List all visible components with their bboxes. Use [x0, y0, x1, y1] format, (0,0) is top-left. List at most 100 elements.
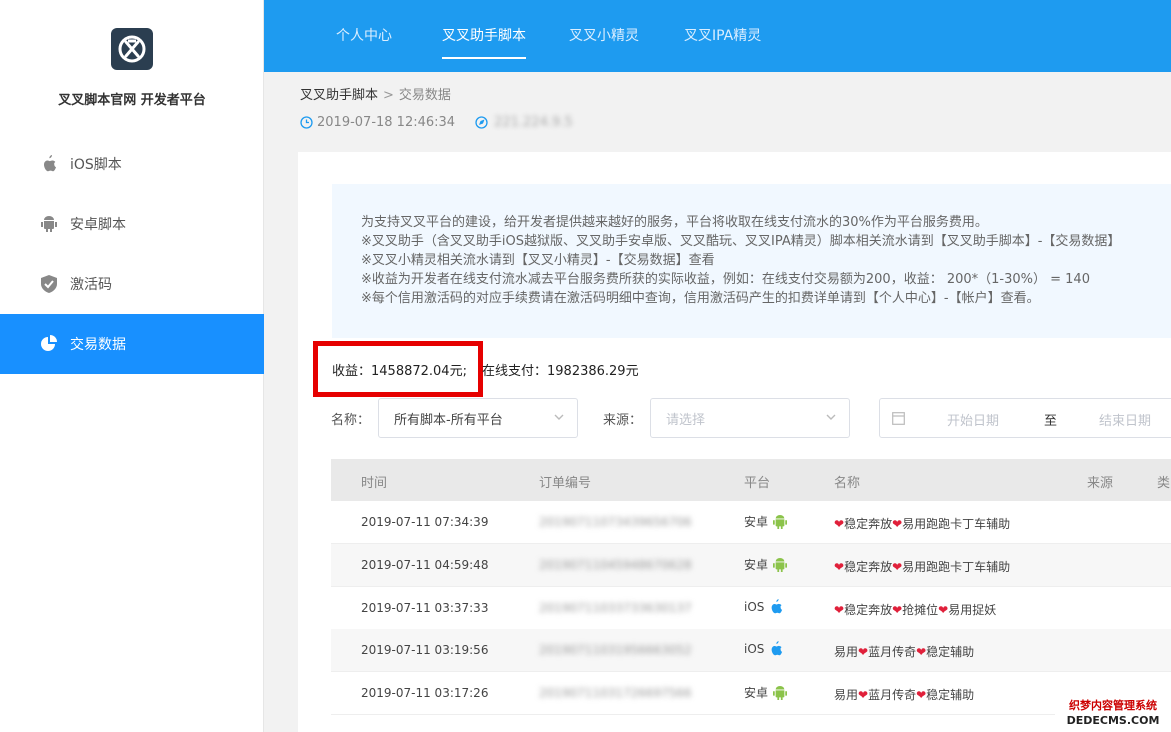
apple-icon	[769, 599, 783, 615]
breadcrumb-current: 交易数据	[398, 88, 451, 103]
heart-icon: ❤	[892, 603, 903, 617]
source-filter-select[interactable]: 请选择	[650, 398, 850, 438]
cell-time: 2019-07-11 03:19:56	[361, 643, 489, 657]
cell-platform: iOS	[744, 599, 783, 615]
sidebar-item-ios-scripts[interactable]: iOS脚本	[0, 134, 264, 194]
notice-line: ※收益为开发者在线支付流水减去平台服务费所获的实际收益，例如：在线支付交易额为2…	[361, 272, 1090, 287]
login-ip: 221.224.9.5	[494, 115, 573, 130]
cell-order-id: 20190711045948670628	[539, 558, 692, 572]
heart-icon: ❤	[834, 517, 845, 531]
platform-label: iOS	[744, 600, 765, 614]
table-header: 时间 订单编号 平台 名称 来源 类	[331, 459, 1171, 501]
breadcrumb: 叉叉助手脚本 > 交易数据	[300, 84, 451, 103]
income-total: 收益：1458872.04元;	[332, 364, 467, 379]
name-filter-value: 所有脚本-所有平台	[394, 412, 503, 428]
table-row[interactable]: 2019-07-11 04:59:48 20190711045948670628 安…	[331, 544, 1171, 587]
compass-icon	[475, 116, 488, 129]
heart-icon: ❤	[916, 688, 927, 702]
platform-label: iOS	[744, 642, 765, 656]
column-header-source[interactable]: 来源	[1087, 472, 1113, 491]
heart-icon: ❤	[916, 645, 927, 659]
watermark-line: 织梦内容管理系统	[1069, 699, 1157, 712]
tab-personal-center[interactable]: 个人中心	[336, 0, 392, 72]
cell-time: 2019-07-11 07:34:39	[361, 515, 489, 529]
cell-script-name: ❤稳定奔放❤抢摊位❤易用捉妖	[834, 603, 997, 617]
apple-icon	[769, 641, 783, 657]
cell-platform: iOS	[744, 641, 783, 657]
cell-order-id: 20190711031956663052	[539, 643, 692, 657]
platform-label: 安卓	[744, 515, 769, 529]
logo[interactable]	[111, 28, 153, 70]
cell-order-id: 20190711031726697566	[539, 686, 692, 700]
table-row[interactable]: 2019-07-11 03:17:26 20190711031726697566 安…	[331, 672, 1171, 715]
sidebar-item-label: 激活码	[70, 277, 112, 293]
notice-line: ※叉叉小精灵相关流水请到【叉叉小精灵】-【交易数据】查看	[361, 253, 715, 268]
cell-script-name: 易用❤蓝月传奇❤稳定辅助	[834, 688, 975, 702]
name-filter-label: 名称：	[331, 413, 371, 428]
source-filter-placeholder: 请选择	[666, 412, 706, 428]
heart-icon: ❤	[834, 560, 845, 574]
platform-label: 安卓	[744, 686, 769, 700]
column-header-order-id[interactable]: 订单编号	[539, 472, 591, 491]
cell-script-name: ❤稳定奔放❤易用跑跑卡丁车辅助	[834, 517, 1011, 531]
start-date-input[interactable]: 开始日期	[947, 410, 999, 429]
table-row[interactable]: 2019-07-11 07:34:39 20190711073439656706 安…	[331, 501, 1171, 544]
clock-icon	[300, 116, 313, 129]
column-header-name[interactable]: 名称	[834, 472, 860, 491]
date-range-separator: 至	[1044, 414, 1058, 429]
pie-chart-icon	[40, 335, 58, 353]
cell-platform: 安卓	[744, 513, 788, 530]
notice-line: ※叉叉助手（含叉叉助手iOS越狱版、叉叉助手安卓版、叉叉酷玩、叉叉IPA精灵）脚…	[361, 234, 1121, 249]
notice-line: 为支持叉叉平台的建设，给开发者提供越来越好的服务，平台将收取在线支付流水的30%…	[361, 215, 988, 230]
notice-panel: 为支持叉叉平台的建设，给开发者提供越来越好的服务，平台将收取在线支付流水的30%…	[332, 184, 1171, 338]
sidebar: 叉叉脚本官网 开发者平台 iOS脚本 安卓脚本 激活码 交易数据	[0, 0, 264, 732]
android-icon	[773, 514, 788, 530]
platform-label: 安卓	[744, 558, 769, 572]
chevron-down-icon	[825, 411, 837, 427]
sidebar-item-android-scripts[interactable]: 安卓脚本	[0, 194, 264, 254]
sidebar-item-label: iOS脚本	[70, 157, 122, 173]
sidebar-item-activation-codes[interactable]: 激活码	[0, 254, 264, 314]
heart-icon: ❤	[858, 645, 869, 659]
shield-check-icon	[40, 275, 58, 293]
date-range-picker[interactable]: 开始日期 至 结束日期	[879, 398, 1171, 438]
heart-icon: ❤	[938, 603, 949, 617]
login-datetime: 2019-07-18 12:46:34	[317, 115, 456, 130]
table-row[interactable]: 2019-07-11 03:19:56 20190711031956663052 i…	[331, 629, 1171, 672]
watermark: 织梦内容管理系统 DEDECMS.COM	[1055, 695, 1171, 732]
cell-platform: 安卓	[744, 556, 788, 573]
top-navigation: 个人中心 叉叉助手脚本 叉叉小精灵 叉叉IPA精灵	[264, 0, 1171, 72]
heart-icon: ❤	[892, 517, 903, 531]
brand-title: 叉叉脚本官网 开发者平台	[58, 93, 206, 108]
x-logo-icon	[118, 35, 146, 63]
tab-ipa-sprite[interactable]: 叉叉IPA精灵	[684, 0, 761, 72]
heart-icon: ❤	[834, 603, 845, 617]
end-date-input[interactable]: 结束日期	[1099, 410, 1151, 429]
sidebar-item-transaction-data[interactable]: 交易数据	[0, 314, 264, 374]
online-payment-total: 在线支付：1982386.29元	[482, 364, 639, 379]
cell-order-id: 20190711033733630137	[539, 601, 692, 615]
source-filter-label: 来源：	[603, 413, 643, 428]
tab-assistant-scripts[interactable]: 叉叉助手脚本	[442, 0, 526, 72]
column-header-type[interactable]: 类	[1157, 472, 1170, 491]
sidebar-item-label: 交易数据	[70, 337, 126, 353]
name-filter-select[interactable]: 所有脚本-所有平台	[378, 398, 578, 438]
cell-time: 2019-07-11 04:59:48	[361, 558, 489, 572]
sidebar-item-label: 安卓脚本	[70, 217, 126, 233]
column-header-platform[interactable]: 平台	[744, 472, 770, 491]
breadcrumb-parent[interactable]: 叉叉助手脚本	[300, 88, 378, 103]
tab-mini-sprite[interactable]: 叉叉小精灵	[569, 0, 639, 72]
heart-icon: ❤	[858, 688, 869, 702]
cell-time: 2019-07-11 03:17:26	[361, 686, 489, 700]
watermark-line: DEDECMS.COM	[1066, 714, 1160, 727]
breadcrumb-separator: >	[383, 88, 394, 103]
cell-time: 2019-07-11 03:37:33	[361, 601, 489, 615]
android-icon	[40, 215, 58, 233]
table-row[interactable]: 2019-07-11 03:37:33 20190711033733630137 i…	[331, 587, 1171, 630]
calendar-icon	[892, 411, 905, 429]
chevron-down-icon	[553, 411, 565, 427]
session-meta: 2019-07-18 12:46:34 221.224.9.5	[300, 115, 573, 130]
android-icon	[773, 557, 788, 573]
heart-icon: ❤	[892, 560, 903, 574]
column-header-time[interactable]: 时间	[361, 472, 387, 491]
